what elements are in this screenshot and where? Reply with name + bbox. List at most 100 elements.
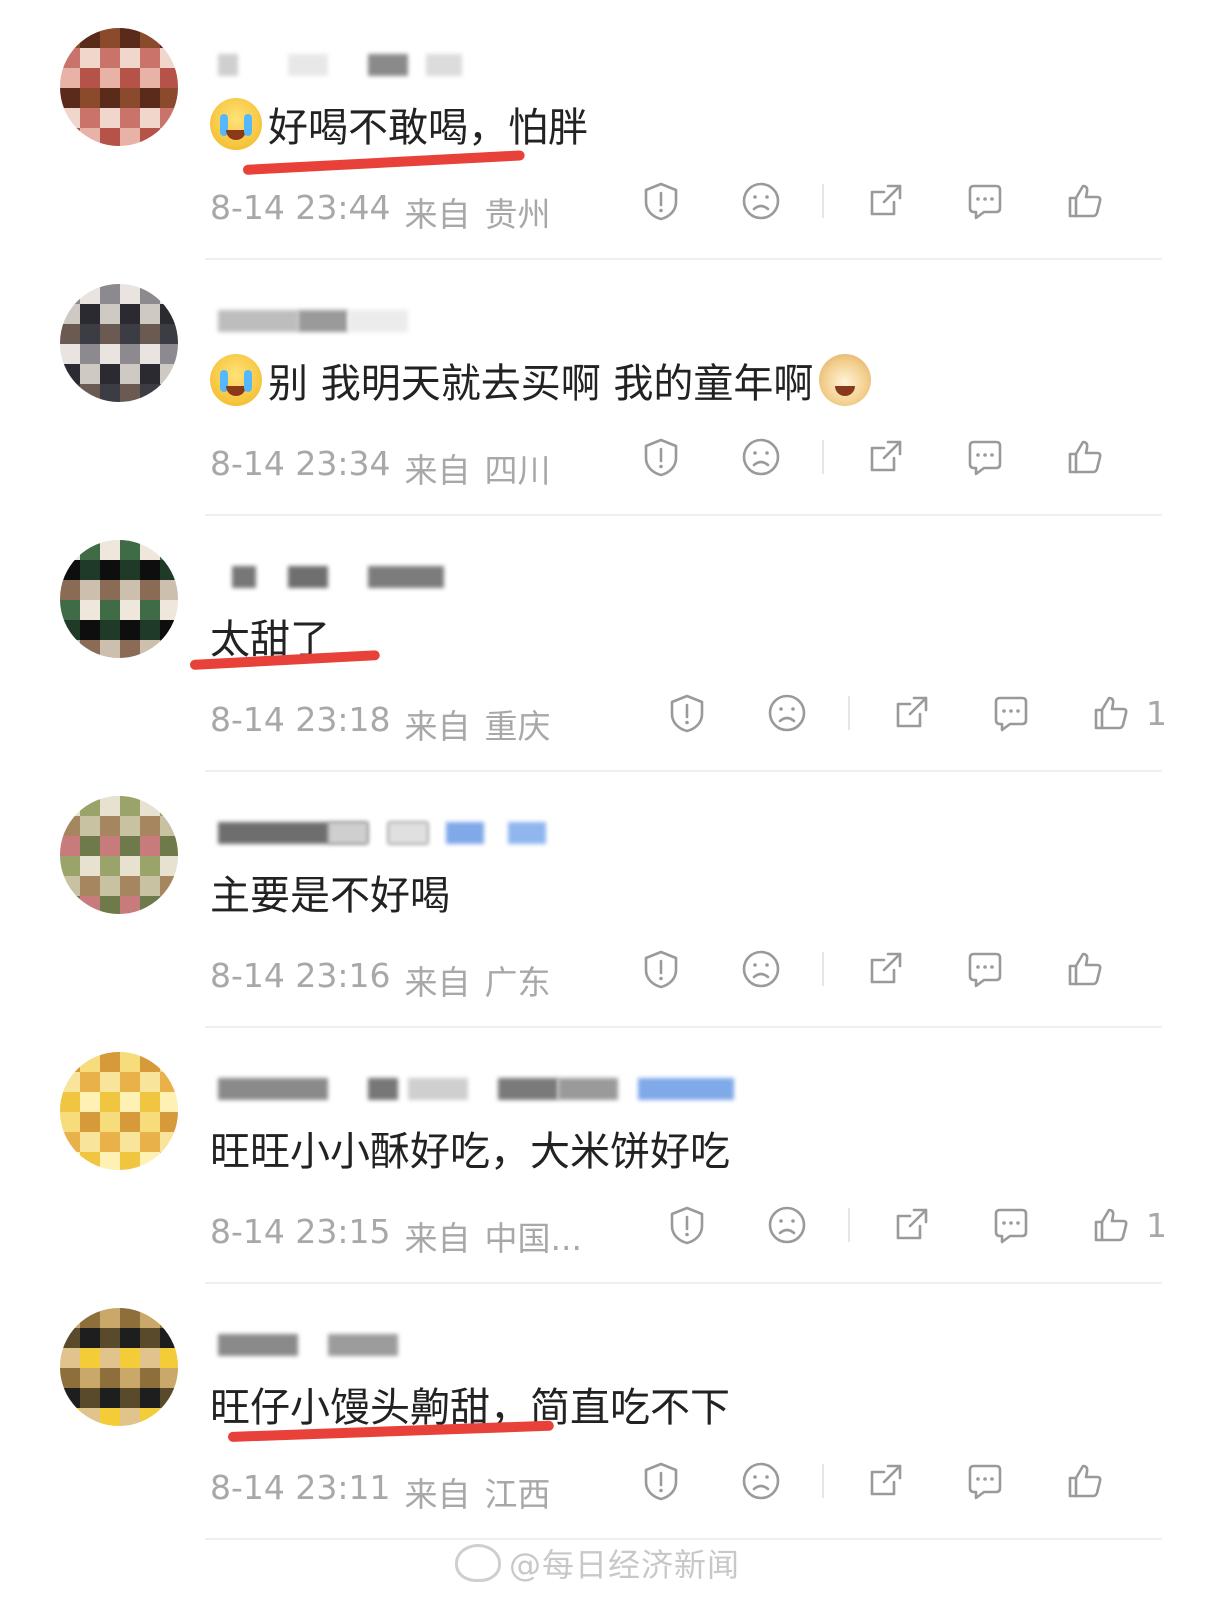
share-icon[interactable] — [864, 948, 906, 990]
from-label: 来自 — [404, 1219, 471, 1258]
comment-text: 好喝不敢喝，怕胖 — [210, 96, 588, 152]
username-blurred[interactable] — [218, 1072, 818, 1110]
comment-meta: 8-14 23:15 来自 中国... — [210, 1212, 582, 1260]
location: 四川 — [484, 451, 551, 490]
like-icon[interactable] — [1090, 1204, 1132, 1246]
avatar[interactable] — [60, 540, 178, 658]
avatar[interactable] — [60, 284, 178, 402]
share-icon[interactable] — [864, 436, 906, 478]
comment-meta: 8-14 23:16 来自 广东 — [210, 956, 551, 1004]
timestamp: 8-14 23:44 — [210, 188, 391, 227]
reply-icon[interactable] — [964, 436, 1006, 478]
reply-icon[interactable] — [990, 1204, 1032, 1246]
comment-meta: 8-14 23:11 来自 江西 — [210, 1468, 551, 1516]
reply-icon[interactable] — [964, 180, 1006, 222]
dislike-icon[interactable] — [740, 948, 782, 990]
comment-text-body: 主要是不好喝 — [210, 873, 450, 919]
avatar[interactable] — [60, 796, 178, 914]
report-icon[interactable] — [640, 436, 682, 478]
comment-meta: 8-14 23:18 来自 重庆 — [210, 700, 551, 748]
like-icon[interactable] — [1090, 692, 1132, 734]
username-blurred[interactable] — [218, 1328, 818, 1366]
reply-icon[interactable] — [990, 692, 1032, 734]
timestamp: 8-14 23:34 — [210, 444, 391, 483]
action-separator — [822, 440, 824, 474]
comment-meta: 8-14 23:44 来自 贵州 — [210, 188, 551, 236]
username-blurred[interactable] — [218, 560, 818, 598]
share-icon[interactable] — [890, 1204, 932, 1246]
comment-item[interactable]: 好喝不敢喝，怕胖 8-14 23:44 来自 贵州 — [0, 0, 1206, 264]
comment-text-body: 旺旺小小酥好吃，大米饼好吃 — [210, 1129, 730, 1175]
dislike-icon[interactable] — [740, 1460, 782, 1502]
action-separator — [848, 696, 850, 730]
comment-item[interactable]: 太甜了 8-14 23:18 来自 重庆 1 — [0, 512, 1206, 776]
comment-actions: 1 — [608, 692, 1167, 734]
location: 重庆 — [484, 707, 551, 746]
comment-text-body: 好喝不敢喝，怕胖 — [268, 105, 588, 151]
report-icon[interactable] — [666, 692, 708, 734]
comment-actions — [582, 1460, 1136, 1502]
doge-emoji — [819, 354, 872, 406]
watermark-text: @每日经济新闻 — [509, 1546, 741, 1584]
crying-emoji — [210, 354, 262, 406]
weibo-icon — [455, 1544, 501, 1582]
avatar[interactable] — [60, 28, 178, 146]
from-label: 来自 — [404, 1475, 471, 1514]
comment-actions — [582, 436, 1136, 478]
dislike-icon[interactable] — [740, 436, 782, 478]
action-separator — [822, 184, 824, 218]
dislike-icon[interactable] — [766, 692, 808, 734]
reply-icon[interactable] — [964, 948, 1006, 990]
report-icon[interactable] — [640, 948, 682, 990]
comment-text: 别 我明天就去买啊 我的童年啊 — [210, 352, 877, 408]
comment-item[interactable]: 旺仔小馒头齁甜，简直吃不下 8-14 23:11 来自 江西 — [0, 1280, 1206, 1544]
from-label: 来自 — [404, 963, 471, 1002]
action-separator — [822, 952, 824, 986]
reply-icon[interactable] — [964, 1460, 1006, 1502]
report-icon[interactable] — [640, 180, 682, 222]
dislike-icon[interactable] — [740, 180, 782, 222]
comment-actions — [582, 948, 1136, 990]
comment-item[interactable]: 旺旺小小酥好吃，大米饼好吃 8-14 23:15 来自 中国... 1 — [0, 1024, 1206, 1288]
comment-actions — [582, 180, 1136, 222]
like-count: 1 — [1146, 693, 1167, 733]
location: 中国... — [484, 1219, 582, 1258]
location: 江西 — [484, 1475, 551, 1514]
avatar[interactable] — [60, 1308, 178, 1426]
action-separator — [848, 1208, 850, 1242]
like-icon[interactable] — [1064, 436, 1106, 478]
like-icon[interactable] — [1064, 180, 1106, 222]
share-icon[interactable] — [864, 1460, 906, 1502]
comment-actions: 1 — [608, 1204, 1167, 1246]
comment-text: 主要是不好喝 — [210, 864, 450, 920]
report-icon[interactable] — [666, 1204, 708, 1246]
from-label: 来自 — [404, 451, 471, 490]
comment-text-body: 别 我明天就去买啊 我的童年啊 — [268, 361, 814, 407]
comment-text: 旺旺小小酥好吃，大米饼好吃 — [210, 1120, 730, 1176]
username-blurred[interactable] — [218, 48, 818, 86]
avatar[interactable] — [60, 1052, 178, 1170]
report-icon[interactable] — [640, 1460, 682, 1502]
username-blurred[interactable] — [218, 816, 818, 854]
share-icon[interactable] — [890, 692, 932, 734]
watermark: @每日经济新闻 — [455, 1540, 740, 1586]
from-label: 来自 — [404, 195, 471, 234]
username-blurred[interactable] — [218, 304, 818, 342]
timestamp: 8-14 23:15 — [210, 1212, 391, 1251]
timestamp: 8-14 23:11 — [210, 1468, 391, 1507]
like-icon[interactable] — [1064, 948, 1106, 990]
comment-item[interactable]: 主要是不好喝 8-14 23:16 来自 广东 — [0, 768, 1206, 1032]
location: 广东 — [484, 963, 551, 1002]
comment-item[interactable]: 别 我明天就去买啊 我的童年啊 8-14 23:34 来自 四川 — [0, 256, 1206, 520]
timestamp: 8-14 23:18 — [210, 700, 391, 739]
location: 贵州 — [484, 195, 551, 234]
like-count: 1 — [1146, 1205, 1167, 1245]
timestamp: 8-14 23:16 — [210, 956, 391, 995]
crying-laughing-emoji — [210, 98, 262, 150]
comment-meta: 8-14 23:34 来自 四川 — [210, 444, 551, 492]
action-separator — [822, 1464, 824, 1498]
like-icon[interactable] — [1064, 1460, 1106, 1502]
share-icon[interactable] — [864, 180, 906, 222]
dislike-icon[interactable] — [766, 1204, 808, 1246]
from-label: 来自 — [404, 707, 471, 746]
